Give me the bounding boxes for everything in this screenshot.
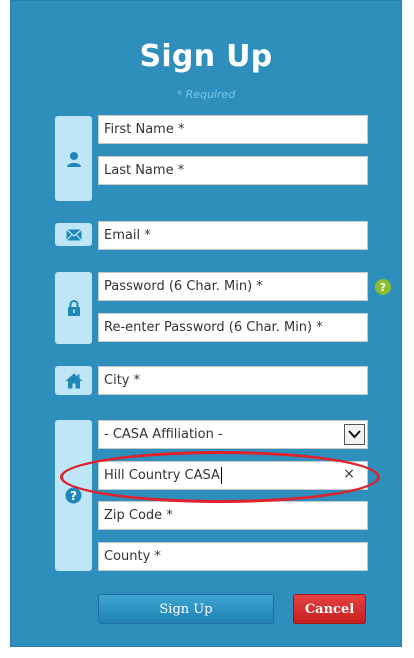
city-field[interactable]: City * (98, 366, 368, 395)
zip-code-placeholder: Zip Code * (104, 508, 173, 523)
password-help-glyph: ? (379, 280, 387, 294)
page-title: Sign Up (139, 39, 273, 74)
text-cursor (220, 467, 222, 484)
reenter-password-field[interactable]: Re-enter Password (6 Char. Min) * (98, 313, 368, 342)
county-placeholder: County * (104, 549, 161, 564)
last-name-placeholder: Last Name * (104, 163, 185, 178)
casa-affiliation-value: - CASA Affiliation - (104, 427, 223, 442)
name-icon-box (55, 116, 92, 201)
cancel-button[interactable]: Cancel (293, 594, 366, 624)
first-name-field[interactable]: First Name * (98, 115, 368, 144)
password-placeholder: Password (6 Char. Min) * (104, 279, 263, 294)
casa-search-value: Hill Country CASA (104, 468, 220, 483)
password-field[interactable]: Password (6 Char. Min) * (98, 272, 368, 301)
sign-up-button[interactable]: Sign Up (98, 594, 274, 624)
casa-icon-box: ? (55, 420, 92, 571)
casa-search-input[interactable]: Hill Country CASA × (98, 461, 368, 490)
email-placeholder: Email * (104, 228, 151, 243)
county-field[interactable]: County * (98, 542, 368, 571)
question-icon: ? (65, 487, 82, 504)
city-icon-box (55, 366, 92, 395)
svg-text:?: ? (70, 489, 77, 503)
lock-icon (67, 300, 80, 316)
clear-icon[interactable]: × (343, 466, 355, 482)
envelope-icon (65, 228, 82, 241)
email-field[interactable]: Email * (98, 221, 368, 250)
first-name-placeholder: First Name * (104, 122, 185, 137)
city-placeholder: City * (104, 373, 141, 388)
password-icon-box (55, 272, 92, 344)
email-icon-box (55, 223, 92, 246)
required-note: * Required (176, 88, 236, 101)
user-icon (66, 151, 81, 167)
last-name-field[interactable]: Last Name * (98, 156, 368, 185)
reenter-password-placeholder: Re-enter Password (6 Char. Min) * (104, 320, 323, 335)
casa-affiliation-select[interactable]: - CASA Affiliation - (98, 420, 368, 449)
home-icon (65, 373, 82, 388)
chevron-down-icon[interactable] (344, 424, 365, 445)
password-help-icon[interactable]: ? (375, 279, 391, 295)
zip-code-field[interactable]: Zip Code * (98, 501, 368, 530)
